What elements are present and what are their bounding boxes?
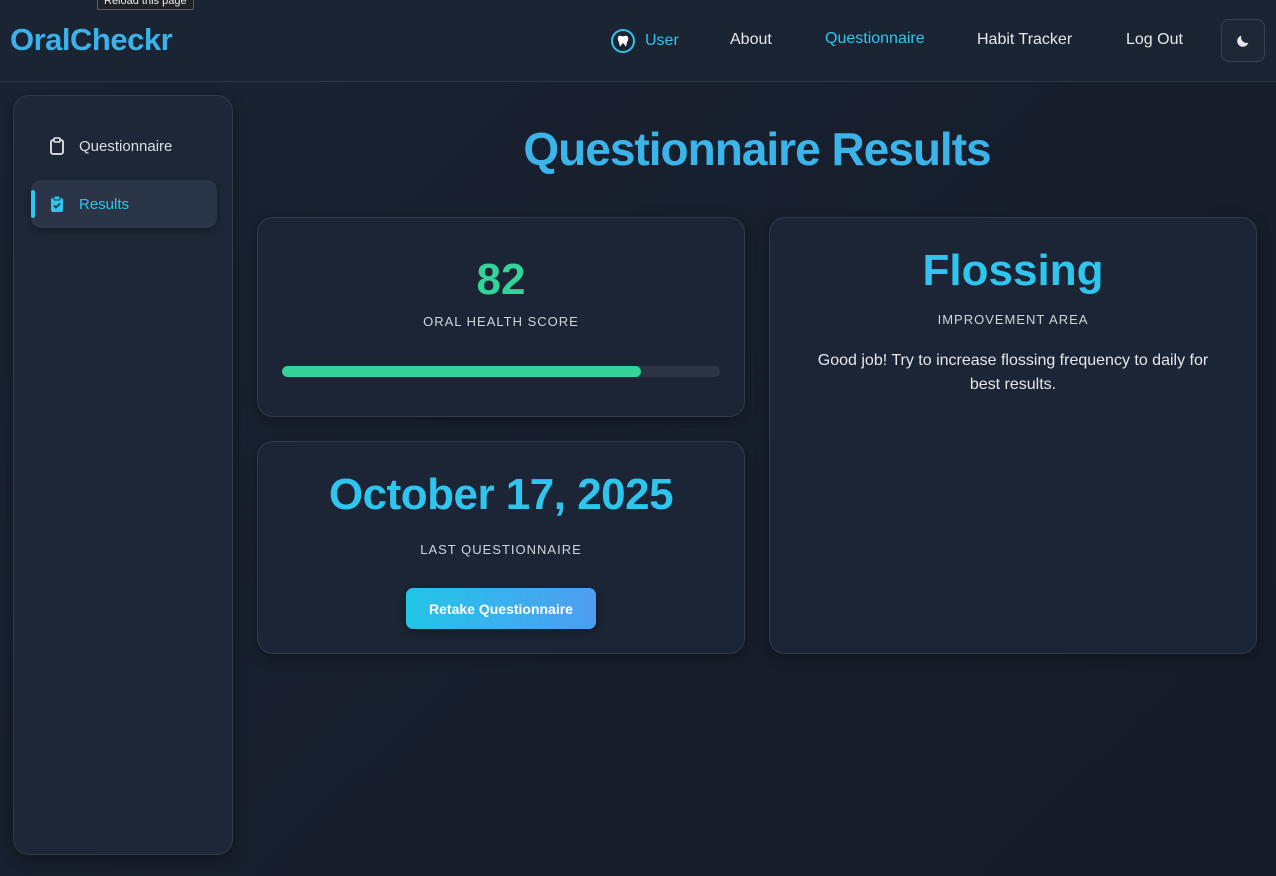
clipboard-check-icon [51,195,63,212]
theme-toggle-button[interactable] [1221,19,1265,62]
sidebar-item-results[interactable]: Results [31,180,217,228]
brand-logo[interactable]: OralCheckr [10,22,173,58]
top-navbar: OralCheckr User About Questionnaire Habi… [0,0,1276,82]
page-title: Questionnaire Results [523,123,991,175]
improvement-area-label: IMPROVEMENT AREA [937,312,1089,327]
last-questionnaire-card: October 17, 2025 LAST QUESTIONNAIRE Reta… [257,441,745,654]
score-label: ORAL HEALTH SCORE [423,314,579,329]
nav-user[interactable]: User [611,0,679,82]
score-card: 82 ORAL HEALTH SCORE [257,217,745,417]
tooth-icon [611,29,635,53]
oral-health-score: 82 [476,255,526,304]
nav-user-label: User [645,32,679,49]
nav-habit-tracker[interactable]: Habit Tracker [977,31,1072,49]
score-progress-fill [282,366,642,377]
last-questionnaire-label: LAST QUESTIONNAIRE [420,542,582,557]
moon-icon [1237,35,1249,47]
improvement-area-title: Flossing [922,246,1104,295]
sidebar-item-label: Questionnaire [79,137,173,155]
sidebar-item-label: Results [79,195,130,213]
score-progress-bar [282,366,720,377]
nav-questionnaire[interactable]: Questionnaire [825,30,925,48]
nav-log-out[interactable]: Log Out [1126,31,1183,49]
clipboard-icon [50,137,64,155]
last-questionnaire-date: October 17, 2025 [328,470,674,519]
retake-questionnaire-button[interactable]: Retake Questionnaire [406,588,596,629]
sidebar: Questionnaire Results [13,95,233,855]
sidebar-item-questionnaire[interactable]: Questionnaire [31,122,217,170]
improvement-area-card: Flossing IMPROVEMENT AREA Good job! Try … [769,217,1257,654]
reload-tooltip: Reload this page [97,0,194,10]
improvement-area-text: Good job! Try to increase flossing frequ… [817,352,1209,393]
nav-about[interactable]: About [730,31,772,49]
